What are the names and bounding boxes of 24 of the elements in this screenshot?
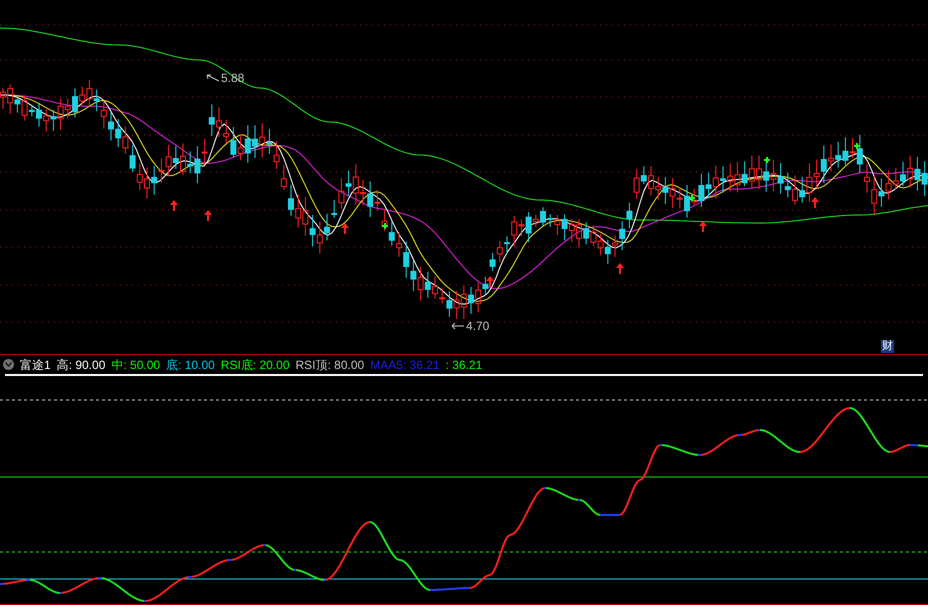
up-arrow-icon: [811, 197, 819, 208]
finance-badge[interactable]: 财: [881, 340, 894, 353]
indicator-value: MAA5: 36.21: [370, 358, 440, 370]
up-arrow-icon: [170, 200, 178, 211]
up-arrow-icon: [204, 210, 212, 221]
up-arrow-icon: [341, 223, 349, 234]
indicator-value: RSI底: 20.00: [220, 358, 290, 370]
collapse-icon[interactable]: [3, 359, 14, 370]
indicator-value: : 36.21: [446, 358, 482, 370]
plus-marker-icon: [688, 194, 696, 202]
indicator-title: 富途1: [20, 358, 51, 370]
indicator-value: 底: 10.00: [166, 358, 215, 370]
plus-marker-icon: [853, 142, 861, 150]
indicator-value: 中: 50.00: [111, 358, 160, 370]
up-arrow-icon: [486, 276, 494, 287]
up-arrow-icon: [699, 221, 707, 232]
leader-line: [452, 322, 464, 330]
up-arrow-icon: [616, 263, 624, 274]
leader-line: [206, 74, 220, 82]
low-price-label: 4.70: [466, 320, 490, 332]
indicator-value: RSI顶: 80.00: [296, 358, 364, 370]
plus-marker-icon: [763, 156, 771, 164]
plus-marker-icon: [381, 222, 389, 230]
indicator-value: 高: 90.00: [56, 358, 106, 370]
